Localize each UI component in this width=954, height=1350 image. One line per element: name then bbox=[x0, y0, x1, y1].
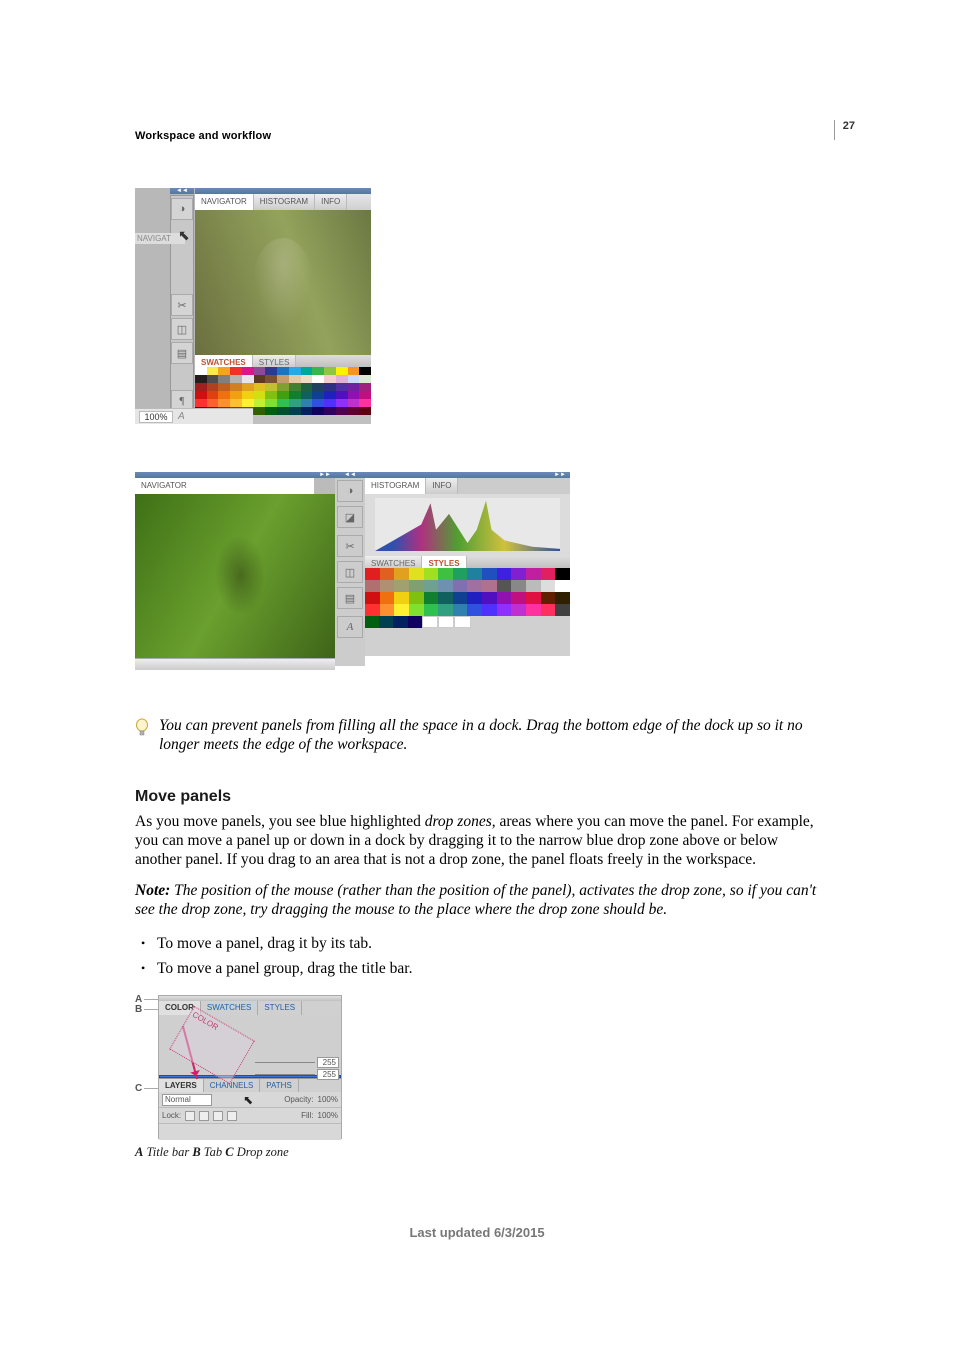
navigator-tab: NAVIGATOR bbox=[135, 478, 315, 494]
adjust-icon: ◑ bbox=[171, 198, 193, 220]
bullet-item: To move a panel group, drag the title ba… bbox=[157, 956, 824, 981]
page-number: 27 bbox=[843, 120, 855, 132]
panel-tabs-top: COLOR SWATCHES STYLES bbox=[159, 1001, 341, 1015]
character-icon: A bbox=[337, 616, 363, 638]
a-icon: A bbox=[178, 411, 185, 422]
swatches-tab: SWATCHES bbox=[201, 1001, 258, 1015]
brush-icon: ✂ bbox=[171, 294, 193, 316]
styles-tab: STYLES bbox=[422, 556, 466, 568]
figure3-caption: A Title bar B Tab C Drop zone bbox=[135, 1145, 824, 1160]
navigator-preview bbox=[135, 494, 335, 658]
info-tab: INFO bbox=[315, 194, 347, 210]
section-header: Workspace and workflow bbox=[135, 130, 824, 142]
swatches-tab: SWATCHES bbox=[365, 556, 422, 568]
cursor-icon: ⬉ bbox=[216, 1093, 280, 1107]
histogram-tab: HISTOGRAM bbox=[365, 478, 426, 494]
panel-tabs-bottom: LAYERS CHANNELS PATHS bbox=[159, 1078, 341, 1092]
masks-icon: ◪ bbox=[337, 506, 363, 528]
opacity-value: 100% bbox=[318, 1095, 338, 1104]
brush-icon: ✂ bbox=[337, 535, 363, 557]
tip-text: You can prevent panels from filling all … bbox=[159, 716, 824, 754]
histogram-graph bbox=[375, 498, 560, 551]
cursor-icon: ⬉ bbox=[178, 228, 190, 245]
fill-label: Fill: bbox=[301, 1111, 313, 1120]
figure-drag-panel: A B C COLOR SWATCHES STYLES COLOR 255 bbox=[135, 995, 342, 1139]
clone-icon: ◫ bbox=[171, 318, 193, 340]
swatch-grid bbox=[365, 568, 570, 628]
paths-tab: PATHS bbox=[260, 1079, 298, 1092]
layers-panel-body: Normal ⬉ Opacity: 100% Lock: Fill: 100% bbox=[159, 1092, 341, 1140]
opacity-label: Opacity: bbox=[284, 1095, 313, 1104]
heading-move-panels: Move panels bbox=[135, 788, 824, 806]
navigator-tab: NAVIGATOR bbox=[195, 194, 254, 210]
swatches-tab: SWATCHES bbox=[195, 355, 253, 367]
styles-tab: STYLES bbox=[253, 355, 297, 367]
histogram-tab: HISTOGRAM bbox=[254, 194, 315, 210]
figure-dock-expanded: ►► NAVIGATOR ◄◄ ◑ ◪ ✂ ◫ ▤ A ►► bbox=[135, 472, 570, 666]
fill-value: 100% bbox=[318, 1111, 338, 1120]
dragging-panel-ghost: COLOR bbox=[169, 1006, 255, 1084]
bullet-item: To move a panel, drag it by its tab. bbox=[157, 931, 824, 956]
note-paragraph: Note: The position of the mouse (rather … bbox=[135, 881, 824, 919]
tool-icon: ▤ bbox=[337, 587, 363, 609]
callout-B: B bbox=[135, 1004, 142, 1015]
figure-dock-overlay: ◄◄ ◑ ✂ ◫ ▤ ¶ NAVIGAT ⬉ NAVIGATOR HISTOGR… bbox=[135, 188, 371, 424]
info-tab: INFO bbox=[426, 478, 458, 494]
clone-icon: ◫ bbox=[337, 561, 363, 583]
adjust-icon: ◑ bbox=[337, 480, 363, 502]
color-panel-body: COLOR 255 255 bbox=[159, 1015, 341, 1075]
body-paragraph: As you move panels, you see blue highlig… bbox=[135, 812, 824, 869]
blend-mode-field: Normal bbox=[162, 1094, 212, 1106]
tool-icon: ▤ bbox=[171, 342, 193, 364]
navigator-status bbox=[135, 658, 335, 670]
lock-label: Lock: bbox=[162, 1111, 181, 1120]
last-updated: Last updated 6/3/2015 bbox=[0, 1225, 954, 1240]
callout-C: C bbox=[135, 1083, 142, 1094]
styles-tab: STYLES bbox=[258, 1001, 302, 1015]
channels-tab: CHANNELS bbox=[204, 1079, 261, 1092]
navigator-preview bbox=[195, 210, 371, 355]
lightbulb-icon bbox=[135, 718, 149, 738]
collapse-arrow-icon: ◄◄ bbox=[170, 188, 194, 194]
zoom-readout: 100% bbox=[139, 411, 173, 423]
icon-dock: ◄◄ ◑ ◪ ✂ ◫ ▤ A bbox=[335, 472, 365, 666]
